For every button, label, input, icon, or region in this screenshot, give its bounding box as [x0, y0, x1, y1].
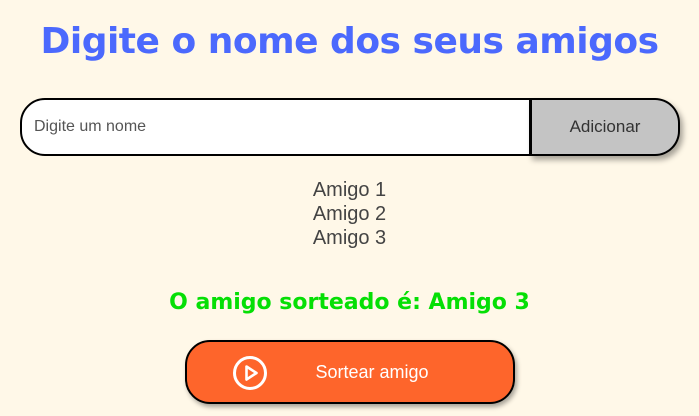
add-button[interactable]: Adicionar: [529, 98, 680, 156]
list-item: Amigo 2: [312, 203, 387, 225]
result-list: O amigo sorteado é: Amigo 3: [0, 288, 699, 318]
list-item: Amigo 3: [312, 227, 387, 249]
result-text: O amigo sorteado é: Amigo 3: [169, 290, 530, 315]
list-item: Amigo 1: [312, 179, 387, 201]
page-title: Digite o nome dos seus amigos: [40, 21, 659, 62]
draw-button-label: Sortear amigo: [315, 362, 429, 382]
draw-friend-button[interactable]: Sortear amigo: [185, 340, 515, 404]
name-input[interactable]: [20, 98, 532, 156]
play-circle-icon: [232, 355, 268, 391]
friends-list: Amigo 1 Amigo 2 Amigo 3: [0, 178, 699, 250]
input-section: Adicionar: [20, 98, 680, 156]
